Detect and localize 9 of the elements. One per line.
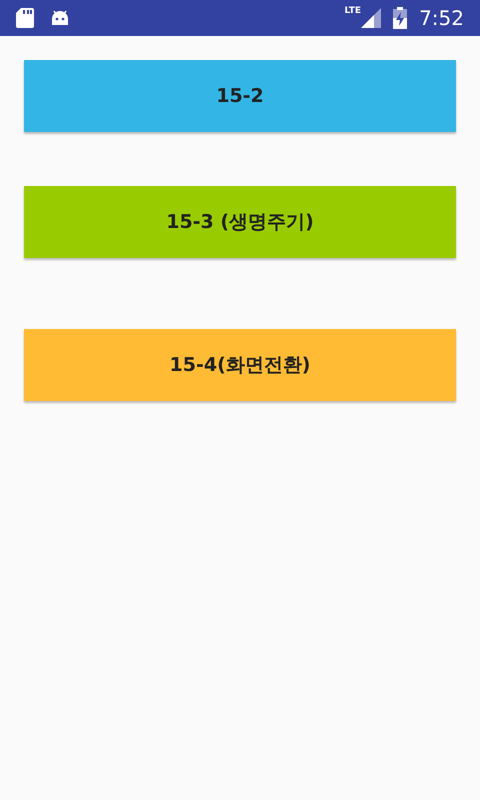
sd-card-icon <box>16 8 34 28</box>
android-icon <box>50 9 70 27</box>
menu-button[interactable]: 15-3 (생명주기) <box>24 186 456 258</box>
network-type-label: LTE <box>344 7 362 16</box>
menu-button[interactable]: 15-2 <box>24 60 456 132</box>
menu-button[interactable]: 15-4(화면전환) <box>24 329 456 401</box>
signal-icon <box>361 8 382 28</box>
clock: 7:52 <box>419 8 464 28</box>
battery-charging-icon <box>393 7 408 29</box>
